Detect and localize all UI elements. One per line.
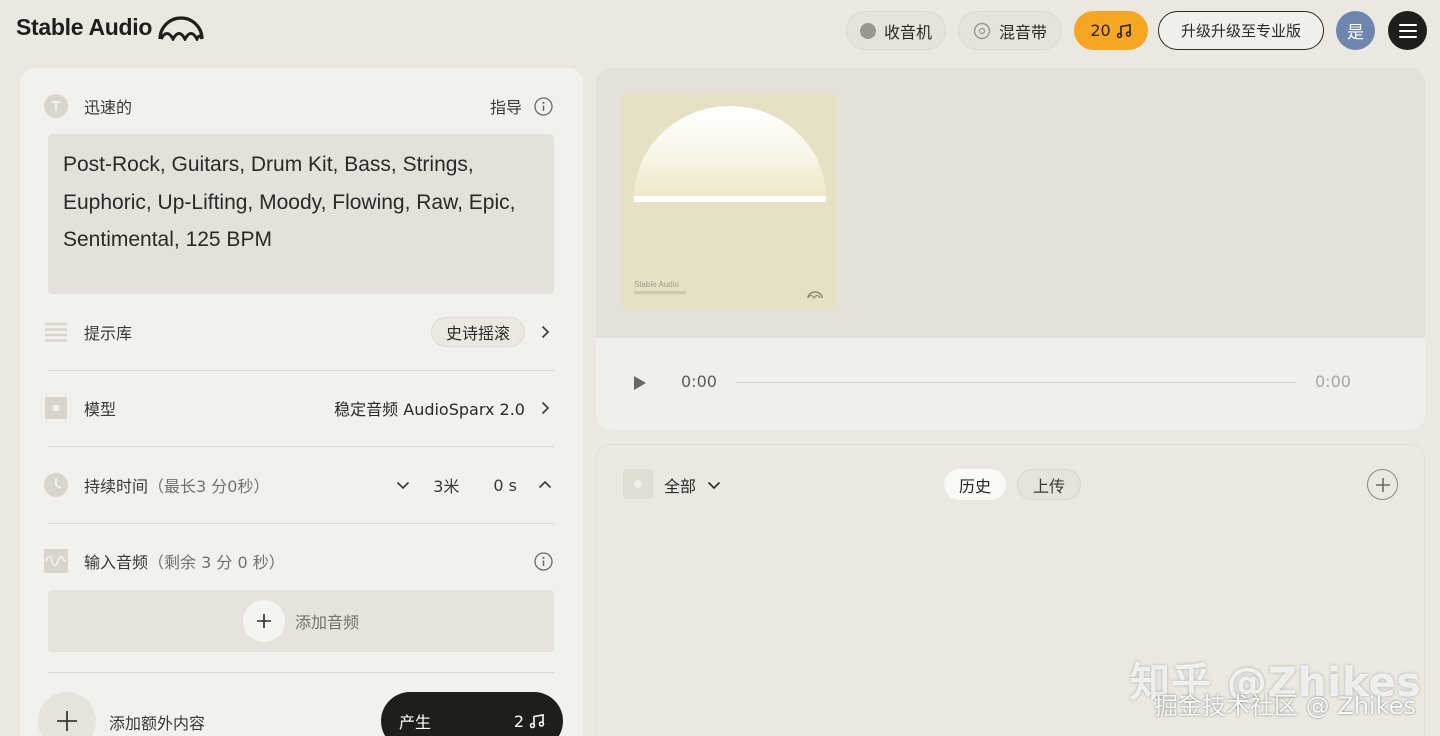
add-audio-label: 添加音频: [294, 613, 359, 632]
duration-hint: （最长3 分0秒）: [148, 477, 270, 496]
input-audio-row: 输入音频 （剩余 3 分 0 秒）: [44, 549, 553, 573]
model-row[interactable]: 模型 稳定音频 AudioSparx 2.0: [44, 396, 553, 420]
generate-label: 产生: [399, 713, 432, 732]
duration-seconds[interactable]: 0 s: [493, 476, 517, 495]
prompt-header: 迅速的 指导: [44, 94, 553, 118]
divider: [48, 446, 554, 447]
plus-icon: [1375, 477, 1390, 492]
tab-upload[interactable]: 上传: [1017, 469, 1082, 500]
generate-button[interactable]: 产生 2: [381, 692, 563, 736]
library-filter-dropdown[interactable]: 全部: [664, 473, 722, 497]
brand-name: Stable Audio: [16, 14, 153, 40]
clock-icon: [44, 473, 68, 497]
square-model-icon: [45, 397, 67, 419]
input-audio-label: 输入音频: [84, 553, 149, 572]
prompt-library-chip[interactable]: 史诗摇滚: [430, 317, 525, 347]
model-label: 模型: [84, 400, 117, 419]
sound-wave-dome-icon: [158, 15, 204, 41]
library-filter-thumbnail: [623, 469, 653, 499]
avatar[interactable]: 是: [1336, 11, 1375, 50]
generation-panel: 迅速的 指导 Post-Rock, Guitars, Drum Kit, Bas…: [20, 68, 583, 736]
divider: [48, 523, 554, 524]
upgrade-button[interactable]: 升级升级至专业版: [1158, 11, 1324, 50]
top-bar: Stable Audio 收音机 混音带 20 升级升级至专业版 是: [0, 0, 1440, 62]
radio-label: 收音机: [883, 22, 932, 42]
waveform-icon: [44, 549, 68, 573]
duration-label: 持续时间: [84, 477, 149, 496]
hamburger-icon: [1398, 23, 1417, 26]
add-audio-button[interactable]: [242, 600, 285, 642]
hamburger-menu-button[interactable]: [1388, 11, 1427, 50]
play-icon[interactable]: [632, 374, 648, 392]
info-icon[interactable]: [534, 96, 553, 116]
chevron-down-icon[interactable]: [395, 477, 411, 493]
mixtape-label: 混音带: [998, 22, 1047, 42]
duration-row: 持续时间 （最长3 分0秒） 3米 0 s: [44, 473, 553, 497]
divider: [48, 370, 554, 371]
credits-button[interactable]: 20: [1074, 11, 1148, 50]
cover-subtitle-line: [634, 291, 686, 294]
guide-link[interactable]: 指导: [490, 94, 522, 118]
progress-slider[interactable]: [736, 382, 1296, 383]
text-t-icon: [44, 94, 68, 118]
chevron-right-icon[interactable]: [537, 400, 553, 416]
chevron-right-icon[interactable]: [537, 324, 553, 340]
list-lines-icon: [45, 322, 67, 342]
prompt-library-row[interactable]: 提示库 史诗摇滚: [44, 317, 553, 347]
current-time: 0:00: [681, 372, 717, 391]
input-audio-hint: （剩余 3 分 0 秒）: [148, 553, 285, 572]
chevron-down-icon: [707, 481, 721, 490]
audio-player-bar: 0:00 0:00: [596, 338, 1425, 430]
add-extra-label: 添加额外内容: [109, 714, 206, 733]
add-audio-dropzone[interactable]: 添加音频: [48, 590, 554, 652]
cover-brand-label: Stable Audio: [634, 280, 679, 289]
plus-icon: [256, 614, 271, 628]
cassette-icon: [973, 22, 991, 39]
radio-button[interactable]: 收音机: [846, 11, 946, 50]
add-extra-button[interactable]: [38, 692, 96, 736]
watermark-juejin: 掘金技术社区 @ Zhikes: [1154, 692, 1416, 720]
divider: [48, 672, 554, 673]
prompt-textarea[interactable]: Post-Rock, Guitars, Drum Kit, Bass, Stri…: [48, 134, 554, 294]
mixtape-button[interactable]: 混音带: [958, 11, 1062, 50]
credits-count: 20: [1090, 21, 1111, 40]
player-panel: Stable Audio 0:00 0:00: [596, 68, 1425, 430]
plus-icon: [57, 711, 77, 731]
library-filter-label: 全部: [664, 477, 697, 496]
info-icon[interactable]: [534, 551, 553, 571]
generate-cost: 2: [513, 711, 524, 731]
radio-dot-icon: [859, 22, 876, 39]
prompt-section-label: 迅速的: [84, 98, 133, 117]
prompt-library-label: 提示库: [84, 324, 133, 343]
upgrade-label: 升级升级至专业版: [1180, 22, 1301, 40]
cover-dome-graphic: [634, 106, 826, 300]
brand[interactable]: Stable Audio: [16, 14, 204, 41]
music-note-icon: [1116, 23, 1131, 38]
total-time: 0:00: [1315, 372, 1351, 391]
avatar-initial: 是: [1347, 23, 1364, 43]
tab-history[interactable]: 历史: [944, 469, 1007, 500]
model-value: 稳定音频 AudioSparx 2.0: [334, 400, 525, 419]
chevron-up-icon[interactable]: [537, 477, 553, 493]
track-cover-art[interactable]: Stable Audio: [622, 94, 838, 310]
music-note-icon: [529, 714, 545, 729]
duration-minutes[interactable]: 3米: [433, 473, 459, 497]
add-track-button[interactable]: [1367, 469, 1398, 500]
